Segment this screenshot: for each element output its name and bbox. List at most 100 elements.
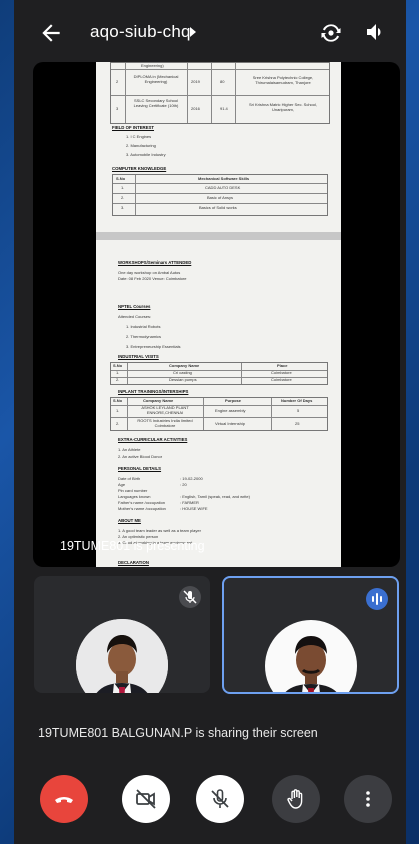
inplant-cell: 1. [116,408,120,413]
edu-cell: 80 [220,79,225,84]
mic-toggle-button[interactable] [196,775,244,823]
inplant-cell: ROOTS Industries India limited Coimbator… [137,418,193,428]
visit-heading: INDUSTRIAL VISITS [118,354,159,359]
personal-label: Mother's name /occupation [118,506,166,511]
personal-value: : English, Tamil (speak, read, and write… [180,494,250,499]
computer-cell: CADD AUTO DESK [205,185,241,190]
personal-label: Age [118,482,126,487]
camera-toggle-button[interactable] [122,775,170,823]
audio-level-icon [372,593,382,605]
declaration-heading: DECLARATION [118,560,149,565]
visit-cell: Cri casting [173,370,192,375]
edu-cell: 2019 [191,79,200,84]
personal-value: : 19-02-2000 [180,476,203,481]
edu-cell: Engineering) [141,63,164,68]
meeting-code[interactable]: aqo-siub-chq [90,22,191,42]
edu-cell: 91.4 [220,106,228,111]
inplant-col: S.No [113,398,123,403]
inplant-cell: 25 [295,421,300,426]
workshop-line: Date: 08 Feb 2020 Venue: Coimbatore [118,276,187,281]
nptel-item: 3. Entrepreneurship Essentials [126,344,181,349]
edu-cell: Sri Krishna Matric Higher Sec. School, U… [248,102,318,112]
inplant-cell: 5 [297,408,300,413]
personal-value: : 20 [180,482,187,487]
shared-document: Engineering) 2 DIPLOMA in (Mechanical En… [96,62,341,567]
personal-label: Father's name /occupation [118,500,166,505]
switch-camera-icon[interactable] [318,20,344,46]
education-table: Engineering) 2 DIPLOMA in (Mechanical En… [110,62,330,124]
inplant-cell: ASHOK LEYLAND PLANT ENNORE,CHENNAI [141,405,189,415]
extra-item: 2. An active Blood Donor [118,454,163,459]
inplant-col: Company Name [143,398,174,403]
end-call-icon [55,797,73,803]
top-bar: aqo-siub-chq [14,0,406,64]
inplant-cell: 2. [116,421,120,426]
visit-cell: 1. [116,370,120,375]
participant-1-avatar [76,619,168,693]
visit-cell: Coimbatore [271,377,292,382]
visit-cell: Dessian pumps [169,377,197,382]
participant-2-speaking-badge [366,588,388,610]
field-item: 2. Manufacturing [126,143,156,148]
inplant-cell: Engine assembly [215,408,246,413]
share-banner-text: 19TUME801 BALGUNAN.P is sharing their sc… [38,726,318,740]
computer-cell: Basics of Solid works [199,205,237,210]
inplant-col: Purpose [225,398,242,403]
shared-screen-stage[interactable]: Engineering) 2 DIPLOMA in (Mechanical En… [33,62,400,567]
page-break [96,232,341,240]
field-item: 3. Automobile Industry [126,152,166,157]
personal-label: Date of Birth [118,476,141,481]
personal-label: Languages known [118,494,151,499]
edu-cell: DIPLOMA in (Mechanical Engineering) [133,74,179,84]
workshop-line: One day workshop on Ambal Autos [118,270,181,275]
nptel-heading: NPTEL Courses [118,304,151,309]
end-call-button[interactable] [40,775,88,823]
participant-2-avatar [265,620,357,692]
visit-col: Company Name [169,363,200,368]
computer-cell: 2. [121,195,125,200]
edu-cell: 2 [116,79,119,84]
edu-cell: Sree Krishna Polytechnic College, Thirum… [252,75,314,85]
meeting-details-caret-icon[interactable] [190,27,196,37]
visit-table: S.No Company Name Place 1. Cri casting C… [110,362,328,385]
participant-tile-1[interactable] [34,576,210,693]
inplant-heading: INPLANT TRAININGS/INTERSHIPS [118,389,189,394]
raise-hand-button[interactable] [272,775,320,823]
personal-label: Pin card number [118,488,148,493]
about-heading: ABOUT ME [118,518,141,523]
extra-heading: EXTRA-CURRICULAR ACTIVITIES [118,437,188,442]
inplant-col: Number Of Days [281,398,313,403]
extra-item: 1. An Athlete [118,447,141,452]
mic-off-icon [211,789,229,808]
nptel-intro: Attended Courses: [118,314,152,319]
more-options-button[interactable] [344,775,392,823]
edu-cell: 2016 [191,106,200,111]
speaker-icon[interactable] [364,20,388,44]
inplant-cell: Virtual Internship [215,421,245,426]
about-item: 1. A good team leader as well as a team … [118,528,201,533]
computer-col: S.No [116,176,126,181]
visit-col: S.No [113,363,123,368]
nptel-item: 2. Thermodynamics [126,334,162,339]
computer-col: Mechanical Software Skills [198,176,250,181]
participant-tile-2[interactable] [222,576,399,694]
meet-screen: aqo-siub-chq Engineering) 2 DIPLOMA in (… [14,0,406,844]
personal-value: : FARMER [180,500,199,505]
hand-icon [287,789,303,809]
field-item: 1. I C Engines [126,134,152,139]
screen-share-banner: 19TUME801 BALGUNAN.P is sharing their sc… [14,708,406,758]
computer-cell: 1. [121,185,125,190]
computer-table: S.No Mechanical Software Skills 1. CADD … [112,174,328,216]
nptel-item: 1. Industrial Robots [126,324,161,329]
computer-heading: COMPUTER KNOWLEDGE [112,166,167,171]
visit-cell: 2. [116,377,120,382]
edu-cell: SSLC Secondary School Leaving Certificat… [133,98,179,108]
inplant-table: S.No Company Name Purpose Number Of Days… [110,397,328,431]
visit-cell: Coimbatore [271,370,292,375]
workshop-heading: WORKSHOPS/Seminars ATTENDED [118,260,192,265]
personal-value: : HOUSE WIFE [180,506,208,511]
computer-cell: Basic of Ansys [207,195,234,200]
more-vert-icon [366,791,370,807]
back-arrow-icon[interactable] [38,20,64,46]
personal-heading: PERSONAL DETAILS [118,466,162,471]
